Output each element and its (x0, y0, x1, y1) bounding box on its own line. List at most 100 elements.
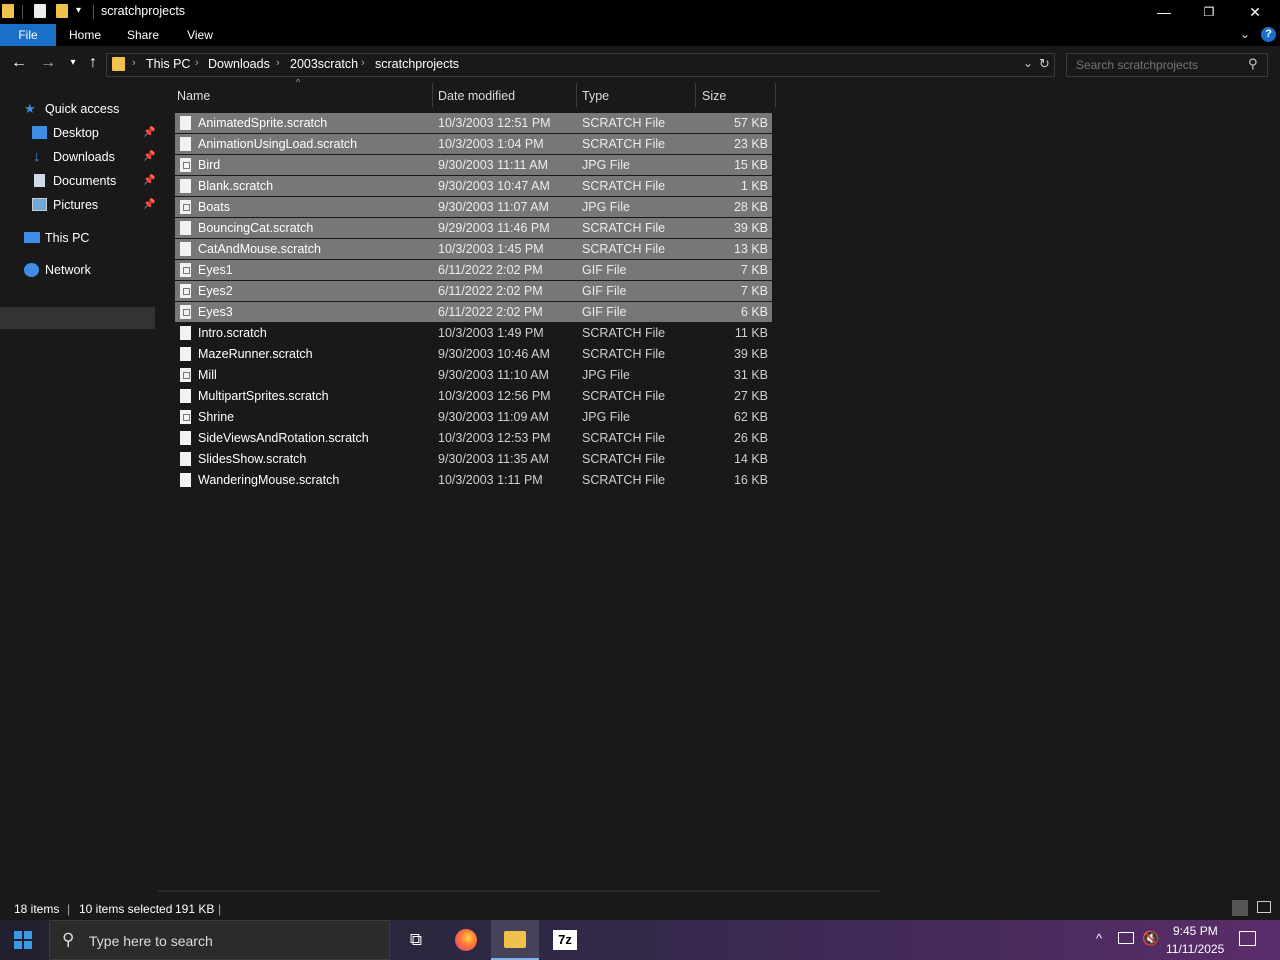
table-row[interactable]: AnimatedSprite.scratch 10/3/2003 12:51 PM… (175, 113, 772, 133)
restore-button[interactable]: ❐ (1186, 0, 1232, 24)
firefox-icon[interactable] (442, 920, 490, 960)
windows-start-icon[interactable] (14, 931, 32, 949)
file-explorer-icon[interactable] (491, 920, 539, 960)
tab-share[interactable]: Share (120, 24, 166, 46)
search-icon[interactable]: ⚲ (1248, 56, 1258, 72)
properties-icon[interactable] (34, 4, 46, 18)
column-divider[interactable] (775, 83, 776, 107)
breadcrumb-this-pc[interactable]: This PC (146, 57, 190, 71)
column-divider[interactable] (695, 83, 696, 107)
file-date: 6/11/2022 2:02 PM (438, 305, 543, 319)
sidebar-item-desktop[interactable]: Desktop 📌 (32, 122, 155, 144)
file-size: 7 KB (740, 263, 768, 277)
address-bar[interactable]: › This PC › Downloads › 2003scratch › sc… (106, 53, 1055, 77)
file-type: JPG File (582, 158, 630, 172)
chevron-right-icon[interactable]: › (195, 57, 199, 69)
tab-view[interactable]: View (178, 24, 222, 46)
tab-home[interactable]: Home (62, 24, 108, 46)
pin-icon[interactable]: 📌 (143, 194, 155, 216)
table-row[interactable]: CatAndMouse.scratch 10/3/2003 1:45 PM SCRA… (175, 239, 772, 259)
7zip-icon[interactable]: 7z (541, 920, 589, 960)
sidebar-item-network[interactable]: Network (24, 259, 154, 281)
tab-file[interactable]: File (0, 24, 56, 46)
file-name: AnimationUsingLoad.scratch (198, 137, 358, 151)
table-row[interactable]: Eyes2 6/11/2022 2:02 PM GIF File 7 KB (175, 281, 772, 301)
sidebar-item-pictures[interactable]: Pictures 📌 (32, 194, 155, 216)
network-status-icon[interactable] (1118, 932, 1134, 944)
breadcrumb-downloads[interactable]: Downloads (208, 57, 270, 71)
sidebar-item-quick-access[interactable]: ★ Quick access (24, 98, 154, 120)
action-center-icon[interactable] (1239, 931, 1256, 946)
taskbar: ⚲ Type here to search ⧉ 7z ^ 🔇 9:45 PM 1… (0, 920, 1280, 960)
refresh-icon[interactable]: ↻ (1039, 56, 1050, 72)
table-row[interactable]: MazeRunner.scratch 9/30/2003 10:46 AM SCRA… (175, 344, 772, 364)
breadcrumb-2003scratch[interactable]: 2003scratch (290, 57, 358, 71)
file-type: JPG File (582, 410, 630, 424)
table-row[interactable]: MultipartSprites.scratch 10/3/2003 12:56 … (175, 386, 772, 406)
table-row[interactable]: Eyes3 6/11/2022 2:02 PM GIF File 6 KB (175, 302, 772, 322)
new-folder-icon[interactable] (56, 4, 68, 18)
sidebar-item-this-pc[interactable]: This PC (24, 227, 154, 249)
search-input[interactable] (1074, 57, 1243, 73)
show-hidden-icons-icon[interactable]: ^ (1096, 931, 1102, 946)
table-row[interactable]: SlidesShow.scratch 9/30/2003 11:35 AM SCRA… (175, 449, 772, 469)
file-type: SCRATCH File (582, 221, 666, 235)
horizontal-scrollbar[interactable] (158, 890, 880, 892)
table-row[interactable]: Mill 9/30/2003 11:10 AM JPG File 31 KB (175, 365, 772, 385)
search-box[interactable]: ⚲ (1066, 53, 1268, 77)
help-icon[interactable]: ? (1261, 27, 1276, 42)
minimize-button[interactable]: — (1141, 0, 1187, 24)
table-row[interactable]: WanderingMouse.scratch 10/3/2003 1:11 PM S… (175, 470, 772, 490)
file-type: SCRATCH File (582, 473, 666, 487)
chevron-right-icon[interactable]: › (132, 57, 136, 69)
chevron-right-icon[interactable]: › (361, 57, 365, 69)
table-row[interactable]: Eyes1 6/11/2022 2:02 PM GIF File 7 KB (175, 260, 772, 280)
column-header-date[interactable]: Date modified (438, 87, 515, 105)
table-row[interactable]: BouncingCat.scratch 9/29/2003 11:46 PM SCR… (175, 218, 772, 238)
large-icons-view-icon[interactable] (1257, 901, 1271, 913)
volume-muted-icon[interactable]: 🔇 (1142, 930, 1159, 947)
chevron-right-icon[interactable]: › (276, 57, 280, 69)
file-date: 9/30/2003 11:11 AM (438, 158, 549, 172)
sidebar-item-downloads[interactable]: ↓ Downloads 📌 (32, 146, 155, 168)
taskbar-search-box[interactable]: ⚲ Type here to search (49, 920, 390, 960)
table-row[interactable]: Bird 9/30/2003 11:11 AM JPG File 15 KB (175, 155, 772, 175)
column-header-size[interactable]: Size (702, 87, 726, 105)
sort-ascending-icon: ^ (296, 77, 301, 87)
up-arrow-icon[interactable]: ↑ (84, 54, 102, 72)
document-file-icon (180, 137, 191, 151)
customize-quick-access-icon[interactable]: ▾ (76, 5, 81, 16)
column-divider[interactable] (576, 83, 577, 107)
column-header-type[interactable]: Type (582, 87, 609, 105)
file-type: GIF File (582, 263, 627, 277)
file-type: SCRATCH File (582, 116, 666, 130)
table-row[interactable]: SideViewsAndRotation.scratch 10/3/2003 12… (175, 428, 772, 448)
table-row[interactable]: Boats 9/30/2003 11:07 AM JPG File 28 KB (175, 197, 772, 217)
task-view-icon[interactable]: ⧉ (392, 920, 440, 960)
pin-icon[interactable]: 📌 (143, 122, 155, 144)
column-header-name[interactable]: Name (177, 87, 210, 105)
details-view-icon[interactable] (1232, 900, 1248, 916)
expand-ribbon-icon[interactable]: ⌄ (1240, 27, 1250, 41)
table-row[interactable]: Shrine 9/30/2003 11:09 AM JPG File 62 KB (175, 407, 772, 427)
file-date: 10/3/2003 1:45 PM (438, 242, 544, 256)
pin-icon[interactable]: 📌 (143, 146, 155, 168)
window-title: scratchprojects (101, 4, 186, 18)
column-divider[interactable] (432, 83, 433, 107)
clock-date[interactable]: 11/11/2025 (1166, 942, 1224, 956)
file-type: SCRATCH File (582, 347, 666, 361)
table-row[interactable]: AnimationUsingLoad.scratch 10/3/2003 1:04… (175, 134, 772, 154)
close-button[interactable]: ✕ (1232, 0, 1278, 24)
file-name: MultipartSprites.scratch (198, 389, 329, 403)
breadcrumb-scratchprojects[interactable]: scratchprojects (375, 57, 459, 71)
clock-time[interactable]: 9:45 PM (1173, 924, 1218, 938)
back-arrow-icon[interactable]: ← (10, 54, 28, 72)
table-row[interactable]: Blank.scratch 9/30/2003 10:47 AM SCRATCH F… (175, 176, 772, 196)
address-history-icon[interactable]: ⌄ (1023, 56, 1033, 70)
table-row[interactable]: Intro.scratch 10/3/2003 1:49 PM SCRATCH Fi… (175, 323, 772, 343)
file-date: 10/3/2003 12:51 PM (438, 116, 551, 130)
recent-locations-icon[interactable]: ▾ (64, 54, 82, 72)
pin-icon[interactable]: 📌 (143, 170, 155, 192)
forward-arrow-icon[interactable]: → (39, 54, 57, 72)
sidebar-item-documents[interactable]: Documents 📌 (32, 170, 155, 192)
